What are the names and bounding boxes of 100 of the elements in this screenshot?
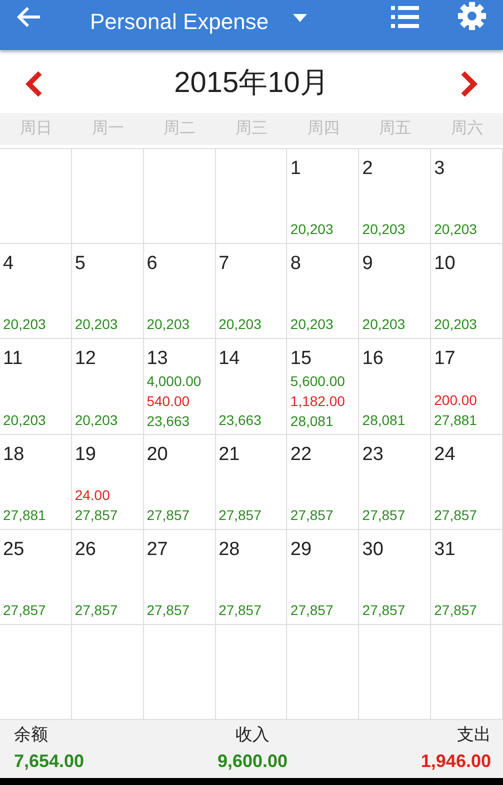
balance-amount: 20,203: [146, 315, 190, 334]
settings-icon[interactable]: [457, 1, 487, 31]
day-number: 30: [362, 538, 384, 562]
list-icon[interactable]: [391, 5, 419, 29]
day-number: 15: [290, 347, 312, 372]
day-number: 31: [434, 538, 456, 562]
balance-amount: 27,857: [434, 506, 477, 525]
balance-amount: 27,857: [434, 600, 477, 620]
day-number: 12: [74, 347, 96, 372]
day-cell[interactable]: 12 20,203: [72, 339, 144, 435]
day-cell[interactable]: 3 20,203: [431, 149, 503, 244]
balance-amount: 23,663: [146, 412, 190, 432]
day-number: 6: [146, 252, 158, 276]
day-cell[interactable]: 30 27,857: [359, 530, 432, 625]
summary-label: 余额: [14, 724, 48, 746]
balance-amount: 28,081: [362, 410, 406, 430]
day-number: 27: [146, 538, 168, 562]
day-number: 18: [3, 442, 24, 467]
balance-amount: 20,203: [3, 315, 46, 334]
balance-amount: 27,857: [290, 506, 334, 525]
day-cell[interactable]: 13 4,000.00 540.00 23,663: [144, 339, 216, 435]
day-cell[interactable]: 15 5,600.00 1,182.00 28,081: [287, 339, 360, 435]
day-cell[interactable]: 18 27,881: [0, 434, 72, 530]
month-title: 2015年10月: [174, 66, 329, 102]
balance-amount: 27,857: [74, 600, 118, 620]
summary-value: 9,600.00: [217, 750, 288, 773]
day-number: 20: [146, 442, 168, 467]
day-number: 2: [362, 157, 373, 181]
back-arrow-icon[interactable]: [16, 6, 42, 28]
balance-amount: 27,857: [290, 600, 334, 620]
day-cell[interactable]: 1 20,203: [287, 149, 360, 244]
next-month-icon[interactable]: [459, 71, 479, 97]
day-cell[interactable]: 4 20,203: [0, 244, 72, 340]
day-number: 23: [362, 442, 384, 467]
day-number: 14: [218, 347, 240, 372]
day-cell[interactable]: 21 27,857: [216, 434, 288, 530]
day-cell[interactable]: 26 27,857: [72, 530, 144, 625]
day-cell[interactable]: 7 20,203: [216, 244, 288, 340]
day-number: 13: [146, 347, 168, 372]
balance-amount: 27,857: [146, 506, 190, 525]
income-amount: 4,000.00: [146, 372, 202, 392]
day-cell[interactable]: 27 27,857: [144, 530, 216, 625]
day-cell[interactable]: 11 20,203: [0, 339, 72, 435]
expense-amount: 200.00: [434, 390, 477, 410]
balance-amount: 27,881: [434, 410, 477, 430]
balance-amount: 27,857: [362, 506, 406, 525]
day-cell[interactable]: 17 200.00 27,881: [431, 339, 503, 435]
balance-amount: 27,857: [362, 600, 406, 620]
day-number: 10: [434, 252, 456, 276]
balance-amount: 20,203: [434, 315, 477, 334]
day-cell[interactable]: 23 27,857: [359, 434, 432, 530]
balance-amount: 27,857: [218, 600, 262, 620]
app-title: Personal Expense: [90, 8, 269, 36]
day-cell[interactable]: 14 23,663: [216, 339, 288, 435]
balance-amount: 20,203: [3, 410, 46, 430]
day-cell[interactable]: 31 27,857: [431, 530, 503, 625]
day-number: 5: [74, 252, 86, 276]
day-cell[interactable]: 28 27,857: [216, 530, 288, 625]
expense-amount: 1,182.00: [290, 392, 345, 412]
balance-amount: 20,203: [290, 220, 334, 240]
balance-amount: 20,203: [362, 220, 406, 240]
day-number: 9: [362, 252, 373, 276]
summary-label: 收入: [235, 724, 270, 746]
day-number: 29: [290, 538, 312, 562]
day-cell[interactable]: 19 24.00 27,857: [72, 434, 144, 530]
day-cell[interactable]: 2 20,203: [359, 149, 432, 244]
day-cell[interactable]: 25 27,857: [0, 530, 72, 625]
day-number: 25: [3, 538, 24, 562]
day-cell[interactable]: 9 20,203: [359, 244, 432, 340]
day-cell[interactable]: 10 20,203: [431, 244, 503, 340]
day-cell[interactable]: 29 27,857: [287, 530, 360, 625]
day-number: 17: [434, 347, 456, 372]
day-cell[interactable]: 24 27,857: [431, 434, 503, 530]
balance-amount: 20,203: [74, 410, 118, 430]
day-number: 1: [290, 157, 301, 181]
balance-amount: 27,857: [218, 506, 262, 525]
expense-amount: 24.00: [74, 486, 110, 505]
balance-amount: 27,857: [3, 600, 46, 620]
dropdown-caret-icon[interactable]: [292, 14, 307, 22]
income-amount: 5,600.00: [290, 372, 345, 392]
balance-amount: 20,203: [434, 220, 477, 240]
day-cell[interactable]: 6 20,203: [144, 244, 216, 340]
day-cell[interactable]: 8 20,203: [287, 244, 360, 340]
day-cell[interactable]: 20 27,857: [144, 434, 216, 530]
day-cell[interactable]: 5 20,203: [72, 244, 144, 340]
summary-value: 7,654.00: [14, 750, 84, 773]
day-number: 7: [218, 252, 230, 276]
balance-amount: 20,203: [218, 315, 262, 334]
day-number: 3: [434, 157, 445, 181]
day-number: 11: [3, 347, 23, 372]
day-cell[interactable]: 22 27,857: [287, 434, 360, 530]
balance-amount: 27,881: [3, 506, 46, 525]
previous-month-icon[interactable]: [24, 71, 44, 97]
balance-amount: 20,203: [74, 315, 118, 334]
balance-amount: 20,203: [362, 315, 406, 334]
expense-amount: 540.00: [146, 392, 190, 412]
day-number: 16: [362, 347, 384, 372]
balance-amount: 28,081: [290, 412, 334, 432]
balance-amount: 20,203: [290, 315, 334, 334]
day-cell[interactable]: 16 28,081: [359, 339, 432, 435]
